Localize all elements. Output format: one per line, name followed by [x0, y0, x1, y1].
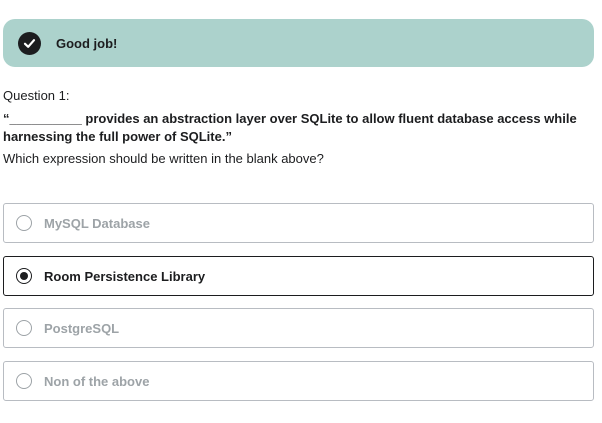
question-number: Question 1: [3, 88, 70, 103]
answer-option-2[interactable]: Room Persistence Library [3, 256, 594, 296]
question-text: “__________ provides an abstraction laye… [3, 111, 577, 144]
answer-option-label: MySQL Database [44, 215, 150, 231]
question-prompt: Which expression should be written in th… [3, 151, 324, 166]
radio-button[interactable] [16, 373, 32, 389]
radio-button[interactable] [16, 320, 32, 336]
radio-button-selected[interactable] [16, 268, 32, 284]
answer-option-4[interactable]: Non of the above [3, 361, 594, 401]
radio-button[interactable] [16, 215, 32, 231]
radio-dot-icon [20, 272, 28, 280]
answer-option-label: Non of the above [44, 373, 150, 389]
feedback-message: Good job! [56, 35, 118, 51]
feedback-banner: Good job! [3, 19, 594, 67]
answer-option-1[interactable]: MySQL Database [3, 203, 594, 243]
answer-option-label: Room Persistence Library [44, 268, 206, 284]
answer-option-3[interactable]: PostgreSQL [3, 308, 594, 348]
answer-option-label: PostgreSQL [44, 320, 120, 336]
check-circle-icon [18, 31, 41, 55]
